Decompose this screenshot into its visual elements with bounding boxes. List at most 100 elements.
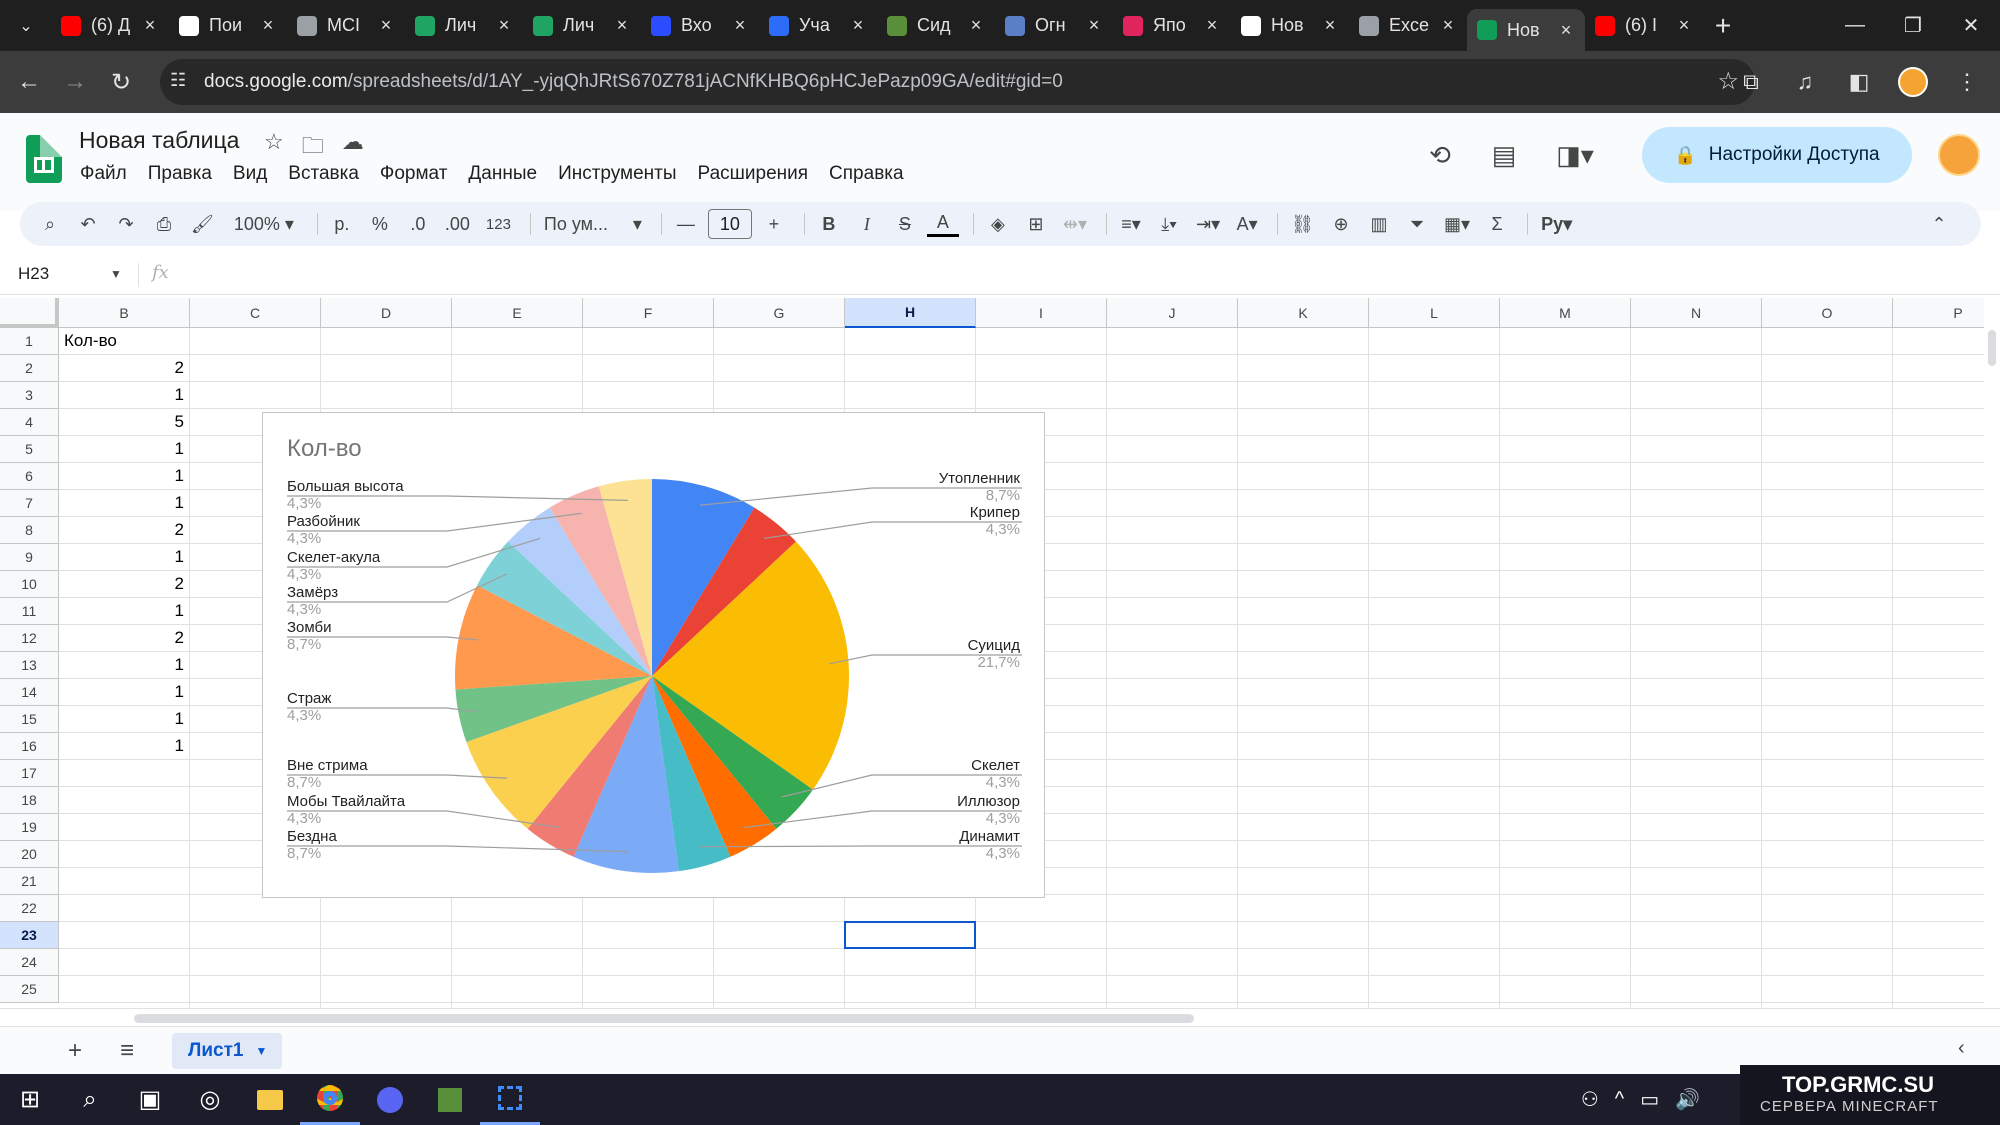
people-icon[interactable]: ⚇: [1581, 1087, 1599, 1112]
sheet-tab[interactable]: Лист1 ▼: [172, 1033, 282, 1069]
media-controls-icon[interactable]: ♫: [1782, 59, 1828, 105]
menu-item[interactable]: Формат: [380, 163, 448, 185]
browser-tab[interactable]: Огн ×: [995, 7, 1113, 45]
version-history-icon[interactable]: ⟲: [1412, 127, 1468, 183]
insert-chart-icon[interactable]: ▥: [1363, 208, 1395, 240]
cell-b-value[interactable]: 1: [59, 598, 184, 624]
row-header[interactable]: 4: [0, 409, 59, 436]
menu-item[interactable]: Вставка: [288, 163, 359, 185]
name-box[interactable]: H23: [18, 264, 49, 284]
print-icon[interactable]: ⎙: [148, 208, 180, 240]
row-header[interactable]: 1: [0, 328, 59, 355]
browser-tab[interactable]: (6) Д ×: [51, 7, 169, 45]
menu-item[interactable]: Расширения: [698, 163, 809, 185]
minecraft-icon[interactable]: [420, 1074, 480, 1125]
borders-icon[interactable]: ⊞: [1020, 208, 1052, 240]
close-tab-icon[interactable]: ×: [613, 15, 631, 36]
horizontal-scrollbar[interactable]: [0, 1008, 2000, 1026]
browser-tab[interactable]: Пои ×: [169, 7, 287, 45]
search-menus-icon[interactable]: ⌕: [34, 208, 66, 240]
close-tab-icon[interactable]: ×: [1439, 15, 1457, 36]
site-info-icon[interactable]: ☷: [170, 70, 194, 94]
menu-item[interactable]: Справка: [829, 163, 904, 185]
explore-chevron-icon[interactable]: ‹: [1958, 1037, 1965, 1060]
reload-icon[interactable]: ↻: [98, 59, 144, 105]
cell-b-value[interactable]: 1: [59, 706, 184, 732]
bold-icon[interactable]: B: [813, 208, 845, 240]
cell-b-value[interactable]: 2: [59, 355, 184, 381]
cell-b-value[interactable]: 5: [59, 409, 184, 435]
browser-tab[interactable]: Exce ×: [1349, 7, 1467, 45]
windows-start-icon[interactable]: ⊞: [0, 1074, 60, 1125]
row-header[interactable]: 17: [0, 760, 59, 787]
cloud-saved-icon[interactable]: ☁: [342, 129, 364, 167]
restore-icon[interactable]: ❐: [1884, 0, 1942, 51]
tab-search-chevron-icon[interactable]: ⌄: [7, 7, 45, 45]
column-header[interactable]: L: [1369, 298, 1500, 328]
taskbar-search-icon[interactable]: ⌕: [60, 1074, 120, 1125]
close-tab-icon[interactable]: ×: [495, 15, 513, 36]
add-sheet-icon[interactable]: +: [68, 1037, 82, 1065]
row-header[interactable]: 21: [0, 868, 59, 895]
row-header[interactable]: 15: [0, 706, 59, 733]
close-tab-icon[interactable]: ×: [849, 15, 867, 36]
row-header[interactable]: 12: [0, 625, 59, 652]
filter-icon[interactable]: ⏷: [1401, 208, 1433, 240]
browser-tab[interactable]: Сид ×: [877, 7, 995, 45]
tray-chevron-icon[interactable]: ^: [1615, 1088, 1624, 1111]
row-header[interactable]: 2: [0, 355, 59, 382]
vertical-scrollbar[interactable]: [1984, 298, 2000, 1008]
row-header[interactable]: 11: [0, 598, 59, 625]
column-header[interactable]: B: [59, 298, 190, 328]
close-tab-icon[interactable]: ×: [1085, 15, 1103, 36]
browser-tab[interactable]: (6) I ×: [1585, 7, 1703, 45]
browser-menu-kebab-icon[interactable]: ⋮: [1944, 59, 1990, 105]
strikethrough-icon[interactable]: S: [889, 208, 921, 240]
profile-avatar-icon[interactable]: [1890, 59, 1936, 105]
collapse-toolbar-chevron-icon[interactable]: ⌃: [1923, 208, 1955, 240]
column-header[interactable]: D: [321, 298, 452, 328]
menu-item[interactable]: Правка: [148, 163, 212, 185]
back-arrow-icon[interactable]: ←: [6, 59, 52, 105]
text-wrapping-icon[interactable]: ⇥▾: [1191, 208, 1225, 240]
cell-b-value[interactable]: 2: [59, 571, 184, 597]
row-header[interactable]: 10: [0, 571, 59, 598]
filter-views-icon[interactable]: ▦▾: [1439, 208, 1475, 240]
font-size-decrease-icon[interactable]: —: [670, 208, 702, 240]
row-header[interactable]: 22: [0, 895, 59, 922]
move-folder-icon[interactable]: 🗀: [302, 129, 324, 167]
cell-b-value[interactable]: 1: [59, 733, 184, 759]
column-header[interactable]: M: [1500, 298, 1631, 328]
horizontal-align-icon[interactable]: ≡▾: [1115, 208, 1147, 240]
select-all-corner[interactable]: [0, 298, 59, 328]
cell-b1[interactable]: Кол-во: [64, 328, 117, 354]
close-tab-icon[interactable]: ×: [1321, 15, 1339, 36]
close-tab-icon[interactable]: ×: [259, 15, 277, 36]
row-header[interactable]: 18: [0, 787, 59, 814]
row-header[interactable]: 23: [0, 922, 59, 949]
task-view-icon[interactable]: ▣: [120, 1074, 180, 1125]
cell-b-value[interactable]: 2: [59, 517, 184, 543]
browser-tab[interactable]: Япо ×: [1113, 7, 1231, 45]
percent-format-button[interactable]: %: [364, 208, 396, 240]
cell-b-value[interactable]: 1: [59, 463, 184, 489]
browser-tab[interactable]: Нов ×: [1467, 9, 1585, 51]
selected-cell-h23[interactable]: [844, 921, 976, 949]
column-header[interactable]: E: [452, 298, 583, 328]
column-header[interactable]: F: [583, 298, 714, 328]
close-tab-icon[interactable]: ×: [141, 15, 159, 36]
close-tab-icon[interactable]: ×: [377, 15, 395, 36]
row-header[interactable]: 20: [0, 841, 59, 868]
text-color-icon[interactable]: A: [926, 211, 959, 237]
sheets-logo-icon[interactable]: [26, 135, 62, 183]
close-tab-icon[interactable]: ×: [1675, 15, 1693, 36]
insert-comment-icon[interactable]: ⊕: [1325, 208, 1357, 240]
row-header[interactable]: 25: [0, 976, 59, 1003]
functions-sigma-icon[interactable]: Σ: [1481, 208, 1513, 240]
row-header[interactable]: 19: [0, 814, 59, 841]
menu-item[interactable]: Данные: [468, 163, 537, 185]
new-tab-plus-icon[interactable]: +: [1703, 10, 1743, 42]
close-tab-icon[interactable]: ×: [1557, 20, 1575, 41]
close-tab-icon[interactable]: ×: [967, 15, 985, 36]
merge-cells-icon[interactable]: ⇹▾: [1058, 208, 1092, 240]
